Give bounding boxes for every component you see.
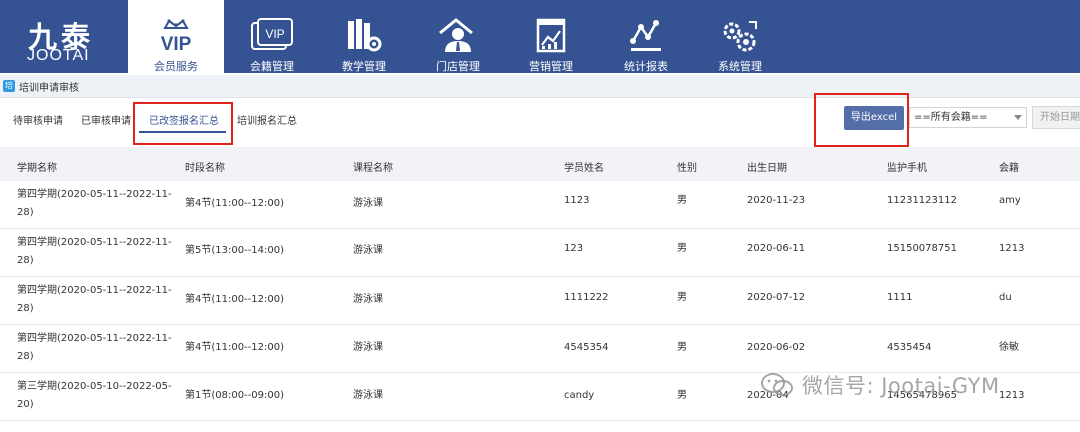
nav-label: 统计报表 [624, 60, 668, 73]
nav-label: 会员服务 [154, 60, 198, 73]
column-header-birth-date[interactable]: 出生日期 [747, 159, 787, 174]
cell-membership: 徐敏 [999, 342, 1019, 353]
nav-label: 门店管理 [436, 60, 480, 73]
nav-item-member-service[interactable]: VIP 会员服务 [128, 0, 224, 73]
cell-gender: 男 [677, 292, 687, 303]
table-row[interactable]: 第四学期(2020-05-11--2022-11-28) 第5节(13:00--… [0, 229, 1080, 277]
column-header-course[interactable]: 课程名称 [353, 159, 393, 174]
cell-course: 游泳课 [353, 245, 383, 256]
vip-card-icon: VIP [224, 16, 320, 56]
cell-membership: 1213 [999, 243, 1025, 254]
breadcrumb: 培 培训申请审核 [0, 75, 1080, 98]
cell-gender: 男 [677, 243, 687, 254]
membership-select[interactable]: ==所有会籍== [909, 107, 1027, 128]
cell-guardian-phone: 15150078751 [887, 243, 957, 254]
cell-student: candy [564, 390, 595, 401]
statistics-icon [598, 16, 694, 56]
table-row[interactable]: 第四学期(2020-05-11--2022-11-28) 第4节(11:00--… [0, 325, 1080, 373]
nav-label: 系统管理 [718, 60, 762, 73]
cell-student: 1111222 [564, 292, 609, 303]
books-gear-icon [316, 16, 412, 56]
cell-guardian-phone: 4535454 [887, 342, 932, 353]
cell-gender: 男 [677, 195, 687, 206]
store-manager-icon [410, 16, 506, 56]
brand-name-en: JOOTAI [27, 47, 90, 64]
start-date-input[interactable]: 开始日期 [1032, 106, 1080, 129]
nav-label: 教学管理 [342, 60, 386, 73]
training-icon: 培 [3, 80, 15, 92]
breadcrumb-label[interactable]: 培训申请审核 [19, 79, 79, 94]
column-header-guardian-phone[interactable]: 监护手机 [887, 159, 927, 174]
column-header-period[interactable]: 时段名称 [185, 159, 225, 174]
chevron-down-icon [1014, 115, 1022, 120]
cell-term: 第三学期(2020-05-10--2022-05-20) [17, 381, 172, 410]
cell-period: 第4节(11:00--12:00) [185, 342, 285, 353]
cell-gender: 男 [677, 390, 687, 401]
wechat-icon [761, 373, 793, 396]
column-header-gender[interactable]: 性别 [677, 159, 697, 174]
cell-membership: amy [999, 195, 1021, 206]
highlight-box-tab [133, 102, 233, 145]
svg-text:VIP: VIP [265, 27, 284, 41]
cell-term: 第四学期(2020-05-11--2022-11-28) [17, 237, 172, 266]
cell-course: 游泳课 [353, 342, 383, 353]
cell-guardian-phone: 11231123112 [887, 195, 957, 206]
cell-term: 第四学期(2020-05-11--2022-11-28) [17, 189, 172, 218]
cell-birth-date: 2020-11-23 [747, 195, 806, 206]
cell-student: 123 [564, 243, 584, 254]
membership-select-value: ==所有会籍== [914, 112, 988, 123]
cell-student: 4545354 [564, 342, 609, 353]
nav-item-system-management[interactable]: 系统管理 [692, 0, 788, 73]
cell-birth-date: 2020-06-02 [747, 342, 806, 353]
cell-course: 游泳课 [353, 198, 383, 209]
marketing-chart-icon [503, 16, 599, 56]
nav-item-membership-management[interactable]: VIP 会籍管理 [224, 0, 320, 73]
tab-reviewed[interactable]: 已审核申请 [81, 112, 131, 127]
cell-gender: 男 [677, 342, 687, 353]
cell-birth-date: 2020-07-12 [747, 292, 806, 303]
cell-period: 第5节(13:00--14:00) [185, 245, 285, 256]
table-row[interactable]: 第四学期(2020-05-11--2022-11-28) 第4节(11:00--… [0, 277, 1080, 325]
cell-birth-date: 2020-06-11 [747, 243, 806, 254]
column-header-term[interactable]: 学期名称 [17, 159, 57, 174]
tab-pending-review[interactable]: 待审核申请 [13, 112, 63, 127]
vip-crown-icon: VIP [128, 16, 224, 56]
nav-item-teaching-management[interactable]: 教学管理 [316, 0, 412, 73]
nav-label: 营销管理 [529, 60, 573, 73]
cell-student: 1123 [564, 195, 590, 206]
cell-membership: 1213 [999, 390, 1025, 401]
column-header-membership[interactable]: 会籍 [999, 159, 1019, 174]
cell-period: 第1节(08:00--09:00) [185, 390, 285, 401]
nav-item-marketing-management[interactable]: 营销管理 [503, 0, 599, 73]
watermark-text: 微信号: Jootai-GYM [802, 374, 1000, 398]
table-row[interactable]: 第四学期(2020-05-11--2022-11-28) 第4节(11:00--… [0, 181, 1080, 229]
tab-training-summary[interactable]: 培训报名汇总 [237, 112, 297, 127]
cell-course: 游泳课 [353, 390, 383, 401]
cell-period: 第4节(11:00--12:00) [185, 198, 285, 209]
svg-text:VIP: VIP [161, 34, 192, 55]
cell-guardian-phone: 1111 [887, 292, 913, 303]
system-gear-icon [692, 16, 788, 56]
brand-logo[interactable]: 九泰 JOOTAI [0, 0, 128, 73]
nav-item-store-management[interactable]: 门店管理 [410, 0, 506, 73]
nav-item-statistics-report[interactable]: 统计报表 [598, 0, 694, 73]
cell-term: 第四学期(2020-05-11--2022-11-28) [17, 333, 172, 362]
cell-membership: du [999, 292, 1012, 303]
column-header-student[interactable]: 学员姓名 [564, 159, 604, 174]
cell-course: 游泳课 [353, 294, 383, 305]
nav-label: 会籍管理 [250, 60, 294, 73]
top-navigation-bar: 九泰 JOOTAI VIP 会员服务 VIP 会籍管理 教学管理 门店管理 营销… [0, 0, 1080, 73]
cell-period: 第4节(11:00--12:00) [185, 294, 285, 305]
table-header: 学期名称 时段名称 课程名称 学员姓名 性别 出生日期 监护手机 会籍 [0, 147, 1080, 182]
wechat-watermark: 微信号: Jootai-GYM [760, 371, 1000, 399]
cell-term: 第四学期(2020-05-11--2022-11-28) [17, 285, 172, 314]
highlight-box-export [814, 93, 909, 147]
